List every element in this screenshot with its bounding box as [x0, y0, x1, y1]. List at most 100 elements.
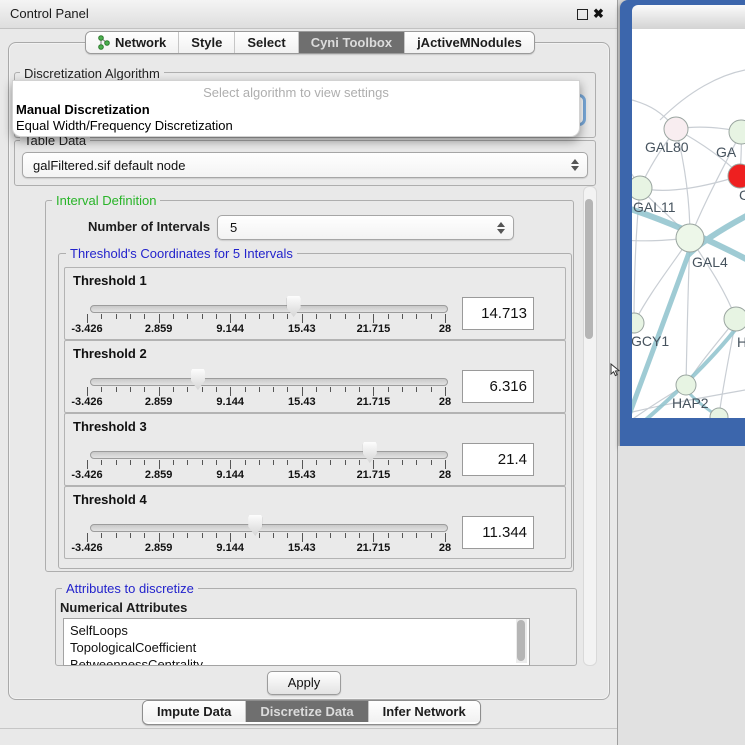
settings-scrollbar-thumb[interactable] [585, 199, 593, 339]
threshold-slider-thumb[interactable] [363, 442, 377, 463]
slider-tick [330, 460, 331, 465]
network-node-gcy1[interactable] [632, 313, 644, 333]
slider-tick [130, 387, 131, 392]
tab-jactivemnodules[interactable]: jActiveMNodules [404, 32, 534, 53]
slider-tick [359, 460, 360, 465]
slider-scale-label: 2.859 [137, 542, 181, 554]
threshold-value-field[interactable]: 6.316 [462, 370, 534, 403]
attributes-group-title: Attributes to discretize [62, 581, 198, 596]
threshold-slider-track[interactable] [90, 451, 448, 459]
slider-tick [101, 387, 102, 392]
slider-tick [373, 533, 374, 542]
slider-tick [302, 387, 303, 396]
threshold-value-field[interactable]: 11.344 [462, 516, 534, 549]
slider-tick [87, 460, 88, 469]
network-node-gal4[interactable] [676, 224, 704, 252]
threshold-value-field[interactable]: 21.4 [462, 443, 534, 476]
slider-tick [431, 314, 432, 319]
slider-tick [445, 314, 446, 323]
settings-scrollbar[interactable] [583, 186, 597, 666]
number-of-intervals-combobox[interactable]: 5 [217, 215, 514, 240]
attribute-list-item[interactable]: TopologicalCoefficient [64, 639, 529, 656]
slider-tick [173, 314, 174, 319]
slider-tick [187, 533, 188, 538]
float-window-icon[interactable] [577, 9, 588, 20]
algorithm-dropdown-popup: Select algorithm to view settings Manual… [12, 80, 580, 137]
slider-tick [273, 533, 274, 538]
network-node-hap2[interactable] [676, 375, 696, 395]
tab-style[interactable]: Style [178, 32, 234, 53]
bottom-tab-discretize-data[interactable]: Discretize Data [245, 701, 367, 722]
slider-tick [388, 314, 389, 319]
dropdown-option[interactable]: Manual Discretization [16, 102, 150, 117]
slider-tick [230, 314, 231, 323]
slider-tick [87, 387, 88, 396]
slider-tick [116, 533, 117, 538]
slider-scale-label: 15.43 [280, 469, 324, 481]
slider-tick [245, 460, 246, 465]
slider-tick [159, 387, 160, 396]
slider-tick [116, 314, 117, 319]
network-node-c[interactable] [728, 164, 745, 188]
attributes-scrollbar-thumb[interactable] [517, 620, 525, 661]
numerical-attributes-list[interactable]: SelfLoopsTopologicalCoefficientBetweenne… [63, 618, 530, 666]
numerical-attributes-label: Numerical Attributes [60, 600, 187, 615]
threshold-value-field[interactable]: 14.713 [462, 297, 534, 330]
close-icon[interactable]: ✖ [593, 6, 604, 22]
slider-tick [202, 533, 203, 538]
slider-tick [273, 314, 274, 319]
slider-scale-label: 28 [423, 542, 467, 554]
bottom-tab-infer-network[interactable]: Infer Network [368, 701, 480, 722]
node-label: H [737, 334, 745, 350]
slider-tick [159, 460, 160, 469]
slider-tick [130, 314, 131, 319]
threshold-label: Threshold 4 [73, 492, 147, 507]
table-data-combobox[interactable]: galFiltered.sif default node [22, 152, 588, 178]
window-title: Control Panel [10, 0, 89, 28]
threshold-slider-track[interactable] [90, 378, 448, 386]
threshold-slider-track[interactable] [90, 305, 448, 313]
slider-tick [287, 533, 288, 538]
mouse-cursor-icon [610, 363, 622, 377]
attributes-list-scrollbar[interactable] [516, 619, 527, 663]
thresholds-group-title: Threshold's Coordinates for 5 Intervals [66, 246, 297, 261]
network-node-h[interactable] [724, 307, 745, 331]
tab-cyni-toolbox[interactable]: Cyni Toolbox [298, 32, 404, 53]
attribute-list-item[interactable]: BetweennessCentrality [64, 656, 529, 666]
threshold-slider-thumb[interactable] [191, 369, 205, 390]
threshold-slider-track[interactable] [90, 524, 448, 532]
slider-tick [373, 387, 374, 396]
slider-tick [302, 533, 303, 542]
node-label: GCY1 [632, 333, 669, 349]
slider-tick [173, 387, 174, 392]
slider-tick [359, 387, 360, 392]
slider-tick [431, 387, 432, 392]
apply-button[interactable]: Apply [267, 671, 341, 695]
slider-tick [416, 533, 417, 538]
attribute-list-item[interactable]: SelfLoops [64, 622, 529, 639]
threshold-slider-thumb[interactable] [248, 515, 262, 536]
bottom-tab-impute-data[interactable]: Impute Data [143, 701, 245, 722]
tab-network[interactable]: Network [86, 32, 178, 53]
slider-tick [159, 314, 160, 323]
slider-tick [259, 533, 260, 538]
network-node-gal80[interactable] [664, 117, 688, 141]
dropdown-option[interactable]: Equal Width/Frequency Discretization [16, 118, 233, 133]
network-node[interactable] [710, 408, 728, 418]
slider-tick [402, 460, 403, 465]
network-window-titlebar [632, 5, 745, 30]
node-label: HAP2 [672, 395, 709, 411]
network-node-ga[interactable] [729, 120, 745, 144]
slider-tick [101, 314, 102, 319]
network-node-gal11[interactable] [632, 176, 652, 200]
slider-scale-label: 21.715 [351, 542, 395, 554]
network-canvas[interactable]: GAL80GACGAL11GAL4GCY1HHAP2 [632, 29, 745, 418]
bottom-divider [0, 728, 617, 729]
slider-tick [402, 533, 403, 538]
slider-scale-label: 9.144 [208, 542, 252, 554]
slider-tick [230, 387, 231, 396]
tab-select[interactable]: Select [234, 32, 297, 53]
threshold-slider-thumb[interactable] [287, 296, 301, 317]
slider-tick [202, 460, 203, 465]
slider-tick [388, 460, 389, 465]
